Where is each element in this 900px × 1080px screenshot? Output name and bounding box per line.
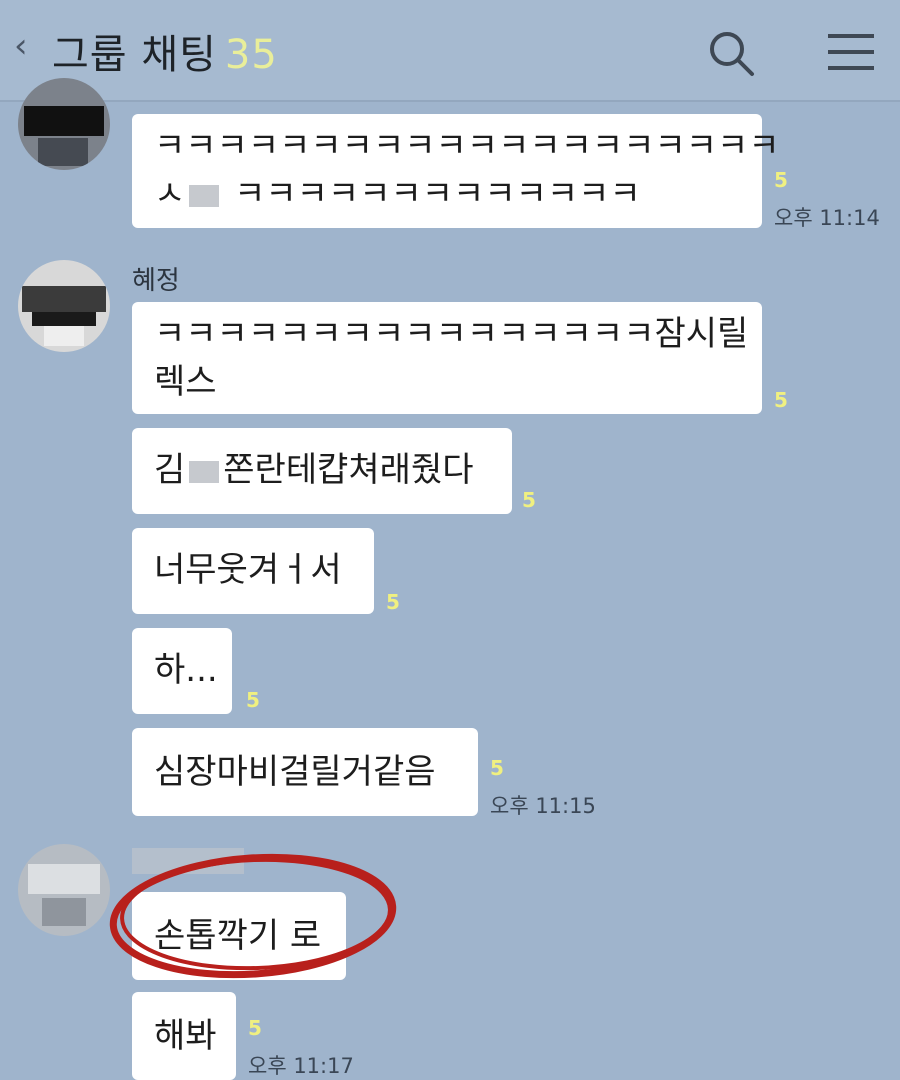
menu-icon[interactable] [828,32,874,72]
sender-name: 혜정 [132,266,180,296]
message-bubble[interactable]: 김 쫀란테캽쳐래줬다 [132,428,512,514]
header-divider [0,100,900,102]
unread-count: 5 [774,388,788,412]
message-time: 오후 11:17 [248,1054,354,1078]
message-text: 하... [154,650,218,690]
chat-header: ‹ 그룹 채팅 35 [0,0,900,100]
message-text: 해봐 [154,1016,217,1056]
message-bubble[interactable]: 해봐 [132,992,236,1080]
message-text: 쫀란테캽쳐래줬다 [223,450,474,490]
message-time: 오후 11:15 [490,794,596,818]
unread-count: 5 [386,590,400,614]
member-count: 35 [224,32,278,78]
message-text: ㅋㅋㅋㅋㅋㅋㅋㅋㅋㅋㅋㅋㅋㅋㅋㅋㅋㅋㅋㅋ [154,126,780,166]
avatar[interactable] [18,844,110,936]
message-time: 오후 11:14 [774,206,880,230]
chat-title: 그룹 채팅 35 [52,22,278,80]
message-text: ㅋㅋㅋㅋㅋㅋㅋㅋㅋㅋㅋㅋㅋㅋㅋㅋ잠시릴 [154,314,749,354]
unread-count: 5 [774,168,788,192]
chat-title-text: 그룹 채팅 [52,32,217,78]
message-bubble[interactable]: ㅋㅋㅋㅋㅋㅋㅋㅋㅋㅋㅋㅋㅋㅋㅋㅋㅋㅋㅋㅋ ㅅ ㅋㅋㅋㅋㅋㅋㅋㅋㅋㅋㅋㅋㅋ [132,114,780,228]
unread-count: 5 [490,756,504,780]
message-text: 심장마비걸릴거같음 [154,752,436,792]
message-text: 렉스 [154,362,217,402]
avatar[interactable] [18,78,110,170]
message-bubble[interactable]: 하... [132,628,232,714]
unread-count: 5 [246,688,260,712]
redacted-block [189,184,220,207]
message-bubble[interactable]: 심장마비걸릴거같음 [132,728,478,816]
unread-count: 5 [522,488,536,512]
message-text-line: ㅅ ㅋㅋㅋㅋㅋㅋㅋㅋㅋㅋㅋㅋㅋ [154,174,641,214]
message-bubble[interactable]: ㅋㅋㅋㅋㅋㅋㅋㅋㅋㅋㅋㅋㅋㅋㅋㅋ잠시릴 렉스 [132,302,762,414]
redacted-block [189,460,220,483]
message-bubble[interactable]: 너무웃겨ㅓ서 [132,528,374,614]
avatar[interactable] [18,260,110,352]
message-text: 너무웃겨ㅓ서 [154,550,342,590]
unread-count: 5 [248,1016,262,1040]
message-text: 김 [154,450,186,490]
chevron-left-icon[interactable]: ‹ [14,26,28,66]
highlight-circle [109,853,397,979]
search-icon[interactable] [706,28,756,78]
